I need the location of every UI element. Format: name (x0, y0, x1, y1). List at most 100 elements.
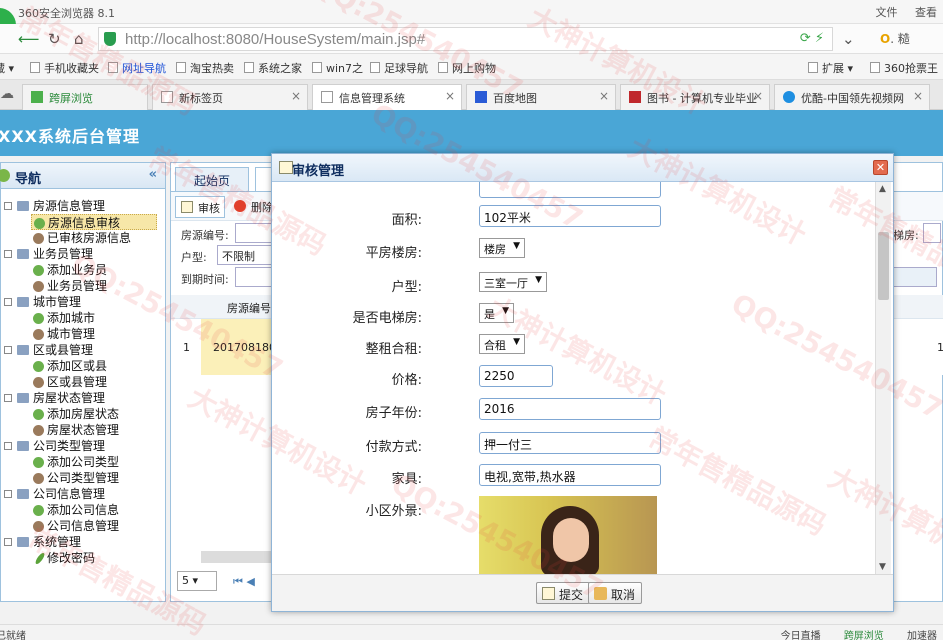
scroll-down-icon[interactable]: ▼ (879, 562, 886, 572)
nav-group[interactable]: 区或县管理 (1, 342, 165, 358)
field-input[interactable]: 2016 (479, 398, 661, 420)
url-action-icons[interactable]: ⟳ ⚡ (800, 31, 824, 46)
scrolled-input[interactable] (479, 182, 661, 198)
home-icon[interactable]: ⌂ (74, 30, 84, 48)
nav-item[interactable]: 修改密码 (1, 550, 165, 566)
status-bar: 已就绪 今日直播 跨屏浏览 加速器 (0, 624, 943, 640)
url-input[interactable]: http://localhost:8080/HouseSystem/main.j… (98, 27, 833, 51)
nav-item[interactable]: 添加公司类型 (1, 454, 165, 470)
tree-toggle-icon[interactable] (4, 538, 12, 546)
close-icon[interactable]: × (291, 89, 301, 103)
nav-group[interactable]: 公司信息管理 (1, 486, 165, 502)
folder-icon (17, 297, 29, 307)
user-icon (33, 281, 44, 292)
cloud-icon[interactable]: ☁ (0, 86, 14, 102)
close-icon[interactable]: × (599, 89, 609, 103)
bookmark-item[interactable]: 网上购物 (438, 60, 496, 76)
nav-item[interactable]: 公司信息管理 (1, 518, 165, 534)
close-icon[interactable]: ✕ (873, 160, 888, 175)
status-speed[interactable]: 加速器 (907, 631, 937, 640)
nav-item[interactable]: 添加区或县 (1, 358, 165, 374)
bookmark-item[interactable]: 手机收藏夹 (30, 60, 99, 76)
collapse-icon[interactable]: « (149, 167, 157, 182)
status-live[interactable]: 今日直播 (781, 631, 821, 640)
tree-toggle-icon[interactable] (4, 490, 12, 498)
nav-item[interactable]: 已审核房源信息 (1, 230, 165, 246)
first-page-icon[interactable]: ⏮ ◀ (233, 575, 255, 589)
nav-group[interactable]: 房屋状态管理 (1, 390, 165, 406)
tab-info-system[interactable]: 信息管理系统 × (312, 84, 462, 111)
field-select[interactable]: 三室一厅 ▼ (479, 272, 547, 292)
bookmark-item[interactable]: 淘宝热卖 (176, 60, 234, 76)
field-input[interactable]: 2250 (479, 365, 553, 387)
menu-view[interactable]: 查看 (915, 6, 937, 19)
nav-item[interactable]: 添加业务员 (1, 262, 165, 278)
tree-toggle-icon[interactable] (4, 202, 12, 210)
scroll-up-icon[interactable]: ▲ (879, 184, 886, 194)
bookmark-menu[interactable]: 藏 ▾ (0, 60, 14, 76)
dialog-body: 面积: 102平米 平房楼房: 楼房 ▼ 户型: 三室一厅 ▼ 是否电梯房: 是 ▼ 整租合租: 合租 ▼… (272, 182, 875, 574)
back-icon[interactable]: ⟵ (18, 30, 40, 48)
tree-toggle-icon[interactable] (4, 442, 12, 450)
nav-group[interactable]: 业务员管理 (1, 246, 165, 262)
nav-item[interactable]: 区或县管理 (1, 374, 165, 390)
nav-group[interactable]: 公司类型管理 (1, 438, 165, 454)
tab-youku[interactable]: 优酷-中国领先视频网 × (774, 84, 930, 110)
bookmark-item[interactable]: 网址导航 (108, 60, 166, 76)
nav-item[interactable]: 添加公司信息 (1, 502, 165, 518)
tree-toggle-icon[interactable] (4, 346, 12, 354)
nav-item[interactable]: 城市管理 (1, 326, 165, 342)
query-expire-input[interactable] (235, 267, 275, 287)
submit-button[interactable]: 提交 (536, 582, 591, 604)
tree-toggle-icon[interactable] (4, 394, 12, 402)
field-select[interactable]: 合租 ▼ (479, 334, 525, 354)
nav-group[interactable]: 系统管理 (1, 534, 165, 550)
menu-file[interactable]: 文件 (876, 6, 898, 19)
search-box[interactable]: O. 糙 (880, 30, 910, 47)
dropdown-icon[interactable]: ⌄ (842, 30, 855, 48)
nav-item[interactable]: 房源信息审核 (31, 214, 157, 230)
cancel-button[interactable]: 取消 (588, 582, 643, 604)
field-input[interactable]: 102平米 (479, 205, 661, 227)
tree-toggle-icon[interactable] (4, 250, 12, 258)
folder-icon (17, 441, 29, 451)
tab-home[interactable]: 起始页 (175, 167, 249, 191)
query-button[interactable] (891, 267, 937, 287)
nav-item[interactable]: 房屋状态管理 (1, 422, 165, 438)
nav-item[interactable]: 添加城市 (1, 310, 165, 326)
tab-baidu-map[interactable]: 百度地图 × (466, 84, 616, 110)
nav-group[interactable]: 房源信息管理 (1, 198, 165, 214)
bookmark-item[interactable]: win7之 (312, 60, 363, 76)
bookmark-item[interactable]: 360抢票王 (870, 60, 938, 76)
nav-item[interactable]: 添加房屋状态 (1, 406, 165, 422)
close-icon[interactable]: × (445, 89, 455, 103)
page-size-select[interactable]: 5 ▾ (177, 571, 217, 591)
bookmark-item[interactable]: 系统之家 (244, 60, 302, 76)
close-icon[interactable]: × (753, 89, 763, 103)
delete-button[interactable]: 删除 (229, 196, 277, 218)
tree-toggle-icon[interactable] (4, 298, 12, 306)
field-select[interactable]: 是 ▼ (479, 303, 514, 323)
horizontal-scrollbar[interactable] (201, 551, 281, 563)
query-elevator-select[interactable] (923, 223, 941, 243)
query-type-select[interactable]: 不限制 (217, 245, 273, 265)
field-input[interactable]: 电视,宽带,热水器 (479, 464, 661, 486)
audit-button[interactable]: 审核 (175, 196, 225, 218)
nav-item[interactable]: 公司类型管理 (1, 470, 165, 486)
close-icon[interactable]: × (913, 89, 923, 103)
nav-group[interactable]: 城市管理 (1, 294, 165, 310)
bookmark-extensions[interactable]: 扩展 ▾ (808, 60, 853, 76)
dialog-scrollbar[interactable]: ▲ ▼ (875, 182, 891, 574)
refresh-icon[interactable]: ↻ (48, 30, 61, 48)
field-select[interactable]: 楼房 ▼ (479, 238, 525, 258)
nav-item[interactable]: 业务员管理 (1, 278, 165, 294)
tab-new[interactable]: 新标签页 × (152, 84, 308, 110)
field-input[interactable]: 押一付三 (479, 432, 661, 454)
query-house-no-input[interactable] (235, 223, 275, 243)
scroll-thumb[interactable] (878, 232, 889, 300)
tab-cross-screen[interactable]: 跨屏浏览 (22, 84, 148, 110)
status-cross[interactable]: 跨屏浏览 (844, 631, 884, 640)
add-icon (33, 265, 44, 276)
tab-books[interactable]: 图书 - 计算机专业毕业 × (620, 84, 770, 110)
bookmark-item[interactable]: 足球导航 (370, 60, 428, 76)
